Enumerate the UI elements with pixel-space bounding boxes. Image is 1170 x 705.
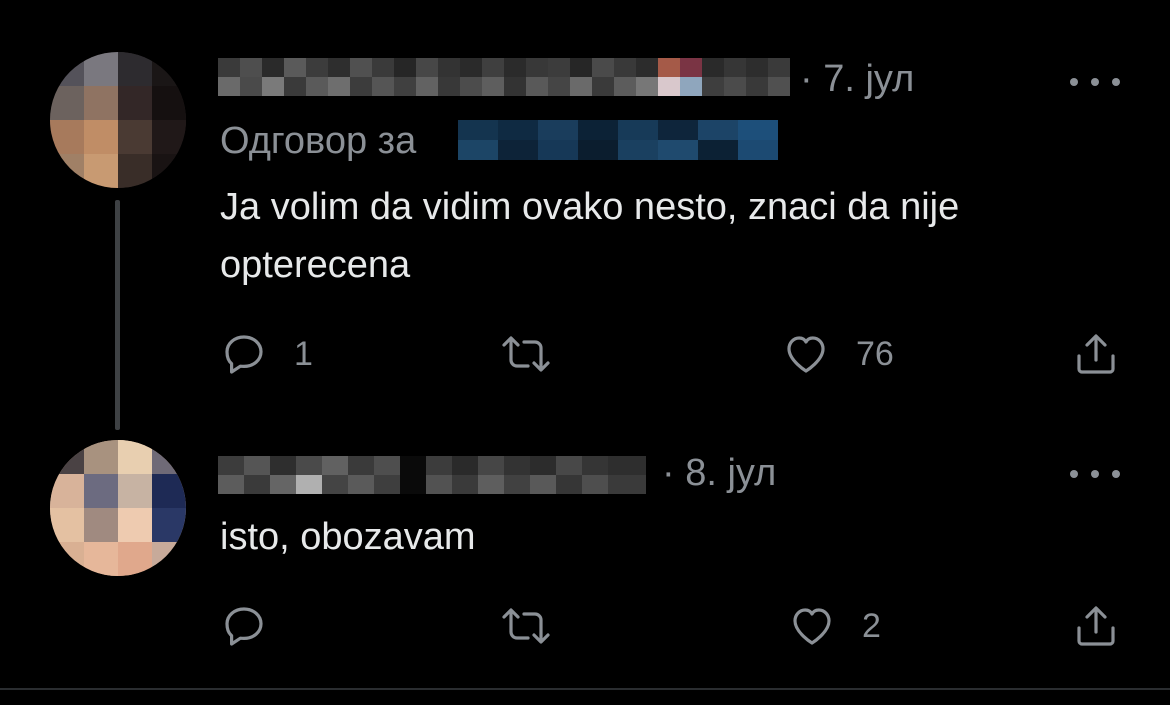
like-button[interactable]: 2	[788, 602, 881, 650]
share-icon	[1077, 334, 1115, 374]
like-count: 2	[862, 606, 881, 645]
like-count: 76	[856, 334, 894, 373]
author-name-blurred[interactable]	[218, 58, 790, 96]
tweet-text: isto, obozavam	[220, 516, 476, 558]
tweet-date[interactable]: · 7. јул	[800, 58, 914, 101]
tweet-date[interactable]: · 8. јул	[662, 452, 776, 495]
share-button[interactable]	[1072, 602, 1120, 650]
reply-count: 1	[294, 334, 313, 373]
like-icon	[793, 608, 831, 645]
retweet-icon	[502, 336, 550, 372]
tweet-text: Ja volim da vidim ovako nesto, znaci da …	[220, 186, 960, 286]
retweet-icon	[502, 608, 550, 644]
reply-button[interactable]: 1	[220, 330, 313, 378]
avatar-2[interactable]	[50, 440, 186, 576]
retweet-button[interactable]	[500, 602, 578, 650]
reply-to-mention-blurred[interactable]	[458, 120, 778, 160]
retweet-button[interactable]	[500, 330, 578, 378]
reply-to-label: Одговор за	[220, 120, 417, 162]
like-icon	[787, 336, 825, 373]
tweet-1[interactable]: · 7. јул Одговор за Ja volim da vidim ov…	[0, 0, 1170, 430]
bottom-divider	[0, 688, 1170, 690]
tweet-2[interactable]: · 8. јул isto, obozavam 2	[0, 430, 1170, 688]
reply-icon	[225, 607, 263, 646]
author-name-blurred[interactable]	[218, 456, 646, 494]
like-button[interactable]: 76	[782, 330, 894, 378]
reply-button[interactable]	[220, 602, 294, 650]
more-icon[interactable]	[1070, 72, 1120, 92]
reply-icon	[225, 335, 263, 374]
share-icon	[1077, 606, 1115, 646]
share-button[interactable]	[1072, 330, 1120, 378]
more-icon[interactable]	[1070, 464, 1120, 484]
avatar-1[interactable]	[50, 52, 186, 188]
